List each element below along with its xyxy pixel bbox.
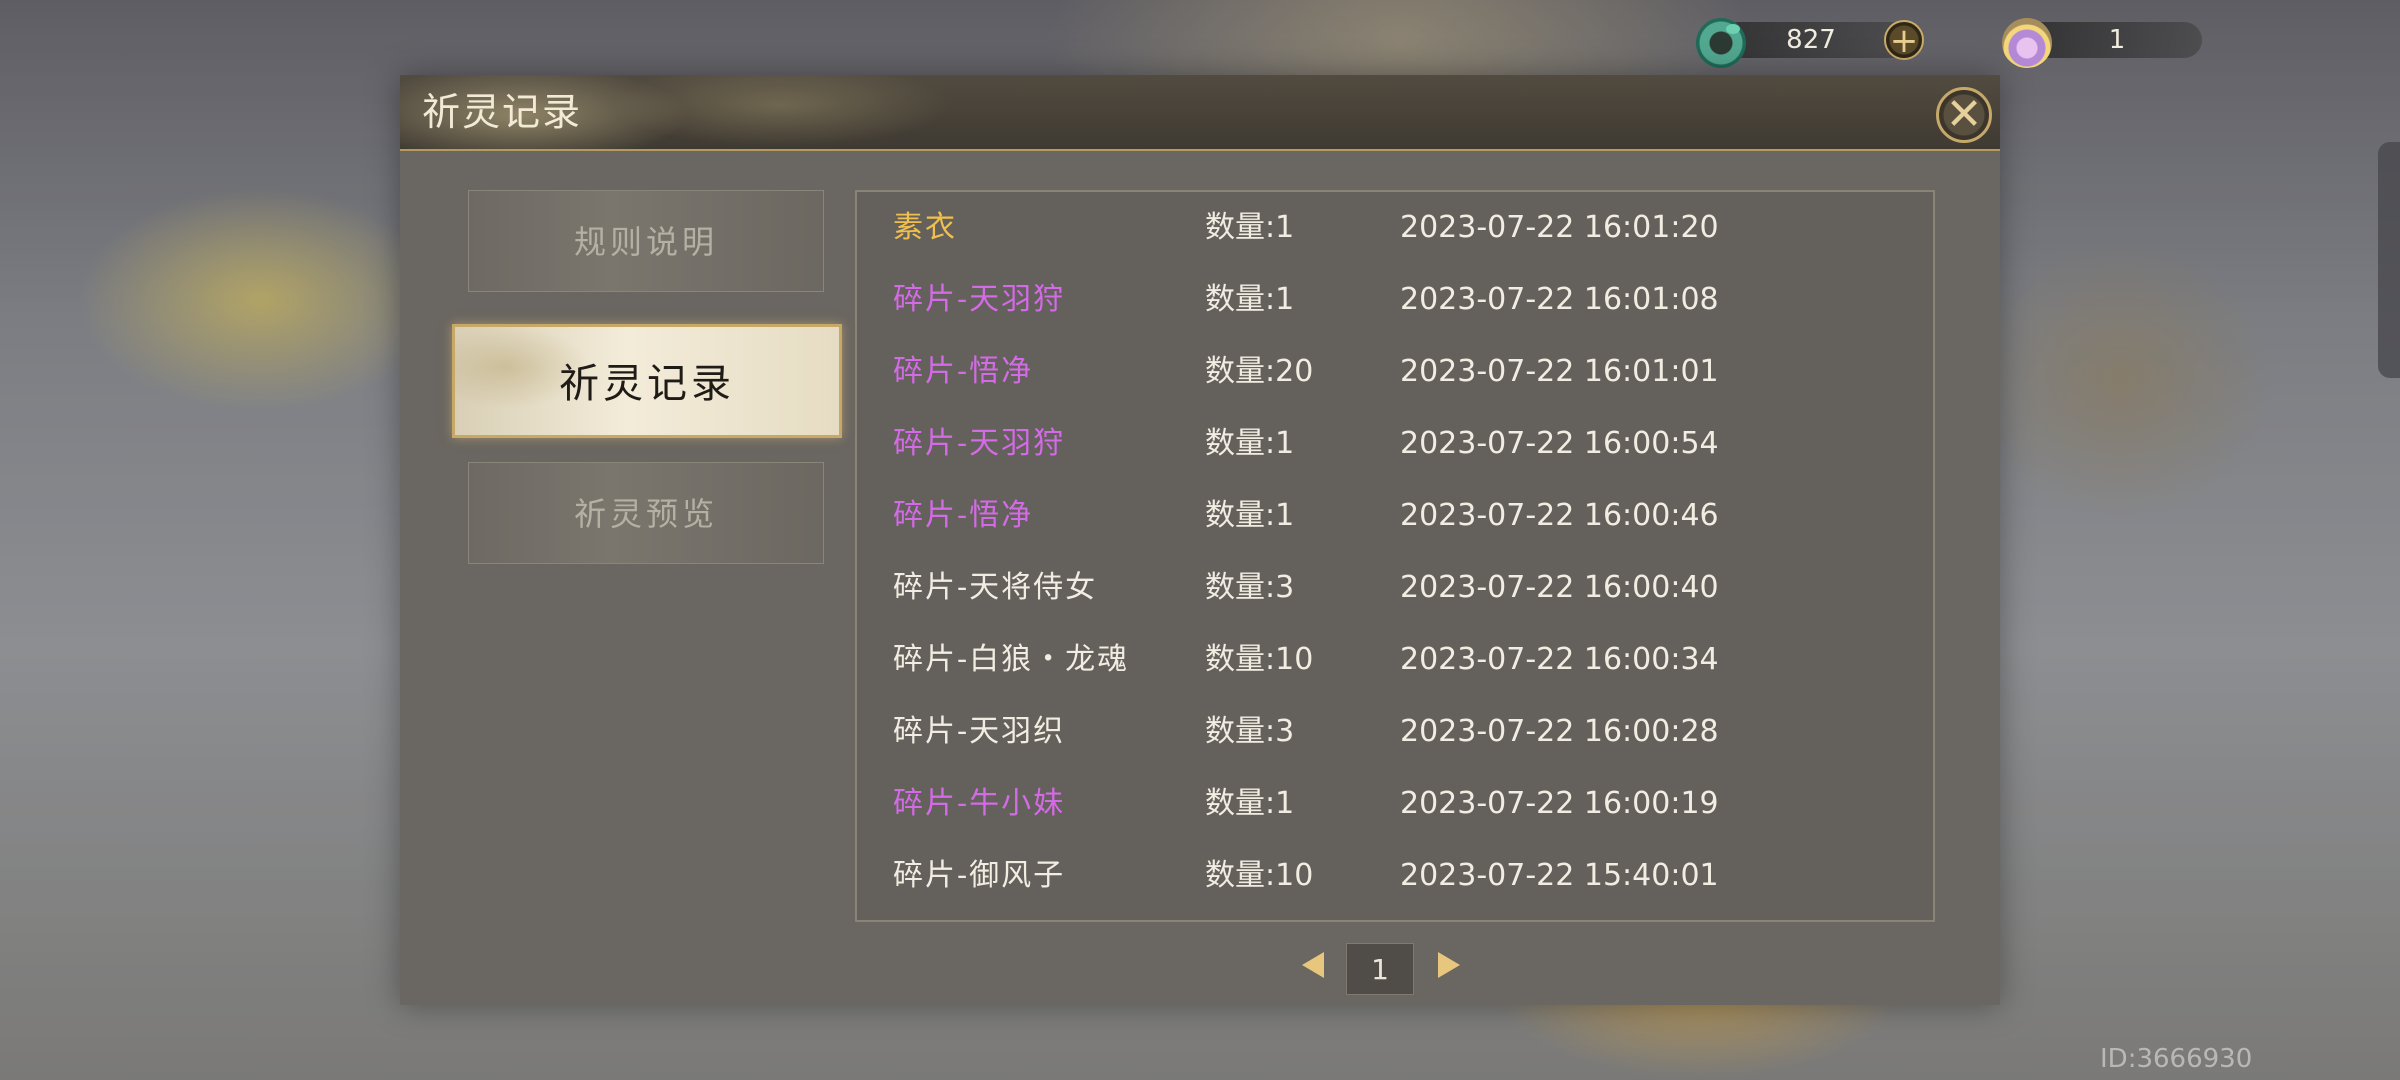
side-edge-tab[interactable]: [2378, 142, 2400, 378]
record-item-name: 碎片-白狼・龙魂: [893, 642, 1130, 677]
record-row: 碎片-白狼・龙魂 数量:10 2023-07-22 16:00:34: [857, 624, 1933, 696]
record-row: 碎片-悟净 数量:20 2023-07-22 16:01:01: [857, 336, 1933, 408]
record-quantity: 数量:1: [1205, 786, 1295, 821]
close-button[interactable]: ✕: [1936, 87, 1992, 143]
dialog-header: 祈灵记录 ✕: [400, 75, 2000, 151]
record-row: 碎片-牛小妹 数量:1 2023-07-22 16:00:19: [857, 768, 1933, 840]
record-timestamp: 2023-07-22 16:00:28: [1400, 714, 1719, 749]
lotus-orb-icon: [2002, 18, 2052, 68]
record-timestamp: 2023-07-22 16:00:54: [1400, 426, 1719, 461]
record-timestamp: 2023-07-22 16:01:20: [1400, 210, 1719, 245]
record-timestamp: 2023-07-22 16:01:01: [1400, 354, 1719, 389]
record-item-name: 碎片-御风子: [893, 858, 1066, 893]
prayer-record-dialog: 祈灵记录 ✕ 规则说明 祈灵记录 祈灵预览 素衣 数量:1 2023-07-22…: [400, 75, 2000, 1005]
user-id-label: ID:3666930: [2100, 1044, 2253, 1074]
record-quantity: 数量:3: [1205, 714, 1295, 749]
record-item-name: 素衣: [893, 210, 957, 245]
record-quantity: 数量:1: [1205, 210, 1295, 245]
record-row: 碎片-天羽狩 数量:1 2023-07-22 16:00:54: [857, 408, 1933, 480]
record-timestamp: 2023-07-22 16:01:08: [1400, 282, 1719, 317]
record-timestamp: 2023-07-22 15:40:01: [1400, 858, 1719, 893]
record-quantity: 数量:10: [1205, 858, 1314, 893]
record-item-name: 碎片-天将侍女: [893, 570, 1098, 605]
record-quantity: 数量:3: [1205, 570, 1295, 605]
record-item-name: 碎片-天羽狩: [893, 282, 1066, 317]
record-timestamp: 2023-07-22 16:00:40: [1400, 570, 1719, 605]
record-timestamp: 2023-07-22 16:00:34: [1400, 642, 1719, 677]
record-item-name: 碎片-天羽狩: [893, 426, 1066, 461]
record-list[interactable]: 素衣 数量:1 2023-07-22 16:01:20 碎片-天羽狩 数量:1 …: [855, 190, 1935, 922]
dialog-title: 祈灵记录: [422, 90, 583, 134]
prev-page-arrow-icon[interactable]: [1302, 952, 1324, 978]
jade-coin-icon: [1696, 18, 1746, 68]
jade-currency-display: 827 +: [1696, 18, 1926, 68]
record-timestamp: 2023-07-22 16:00:19: [1400, 786, 1719, 821]
record-quantity: 数量:1: [1205, 282, 1295, 317]
record-item-name: 碎片-牛小妹: [893, 786, 1066, 821]
record-row: 碎片-悟净 数量:1 2023-07-22 16:00:46: [857, 480, 1933, 552]
record-item-name: 碎片-悟净: [893, 354, 1034, 389]
lotus-currency-value: 1: [2108, 25, 2126, 55]
tab-prayer-preview[interactable]: 祈灵预览: [468, 462, 824, 564]
record-item-name: 碎片-天羽织: [893, 714, 1066, 749]
record-quantity: 数量:1: [1205, 498, 1295, 533]
record-item-name: 碎片-悟净: [893, 498, 1034, 533]
record-timestamp: 2023-07-22 16:00:46: [1400, 498, 1719, 533]
record-row: 碎片-天羽狩 数量:1 2023-07-22 16:01:08: [857, 264, 1933, 336]
record-row: 碎片-御风子 数量:10 2023-07-22 15:40:01: [857, 840, 1933, 912]
record-quantity: 数量:10: [1205, 642, 1314, 677]
lotus-currency-display: 1: [2002, 18, 2202, 68]
next-page-arrow-icon[interactable]: [1438, 952, 1460, 978]
record-row: 碎片-天羽织 数量:3 2023-07-22 16:00:28: [857, 696, 1933, 768]
record-row: 碎片-天将侍女 数量:3 2023-07-22 16:00:40: [857, 552, 1933, 624]
record-quantity: 数量:20: [1205, 354, 1314, 389]
record-row: 素衣 数量:1 2023-07-22 16:01:20: [857, 192, 1933, 264]
tab-rules[interactable]: 规则说明: [468, 190, 824, 292]
current-page-number: 1: [1346, 943, 1414, 995]
add-currency-button[interactable]: +: [1884, 20, 1924, 60]
record-quantity: 数量:1: [1205, 426, 1295, 461]
jade-currency-value: 827: [1786, 25, 1836, 55]
tab-prayer-record[interactable]: 祈灵记录: [452, 324, 842, 438]
